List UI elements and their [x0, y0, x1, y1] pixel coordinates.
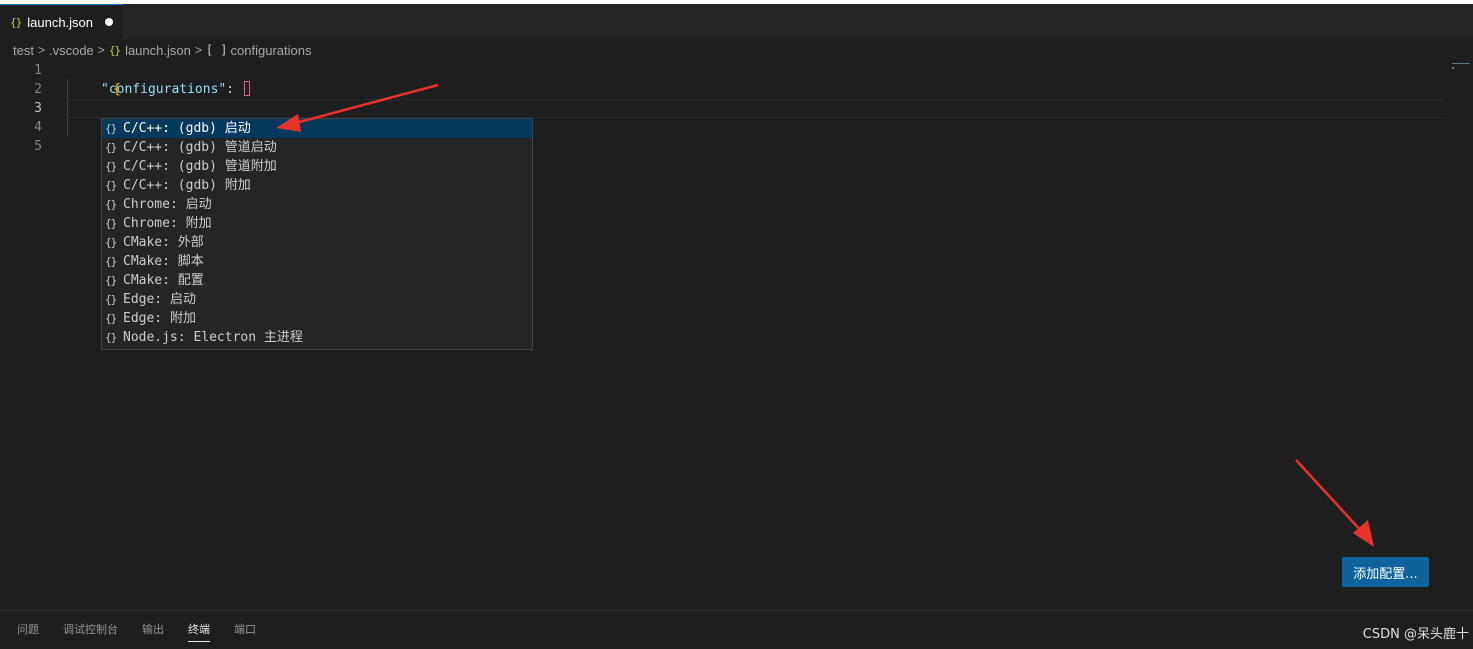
add-configuration-button[interactable]: 添加配置...	[1342, 557, 1429, 587]
line-number: 4	[34, 120, 42, 135]
suggest-item[interactable]: {} C/C++: (gdb) 管道附加	[102, 157, 532, 176]
suggest-item[interactable]: {} Node.js: Electron 主进程	[102, 328, 532, 347]
breadcrumb: test > .vscode > {} launch.json > [ ] co…	[13, 41, 312, 59]
suggest-item-label: Chrome: 启动	[123, 197, 212, 212]
suggest-item-label: Chrome: 附加	[123, 216, 212, 231]
json-key-configurations: "configurations"	[101, 82, 227, 97]
tab-launch-json[interactable]: {} launch.json	[0, 4, 123, 39]
code-line-2: "configurations":	[101, 80, 250, 99]
suggest-item[interactable]: {} CMake: 脚本	[102, 252, 532, 271]
chevron-right-icon: >	[97, 43, 105, 57]
suggest-item[interactable]: {} C/C++: (gdb) 附加	[102, 176, 532, 195]
suggest-item-label: C/C++: (gdb) 附加	[123, 178, 251, 193]
chevron-right-icon: >	[37, 43, 45, 57]
json-snippet-icon: {}	[105, 312, 117, 325]
vscode-window: {} launch.json test > .vscode > {} launc…	[0, 0, 1473, 649]
suggest-item-label: Edge: 附加	[123, 311, 196, 326]
dirty-dot-icon[interactable]	[105, 18, 114, 26]
minimap-marker	[1452, 67, 1454, 69]
json-snippet-icon: {}	[105, 141, 117, 154]
json-snippet-icon: {}	[105, 198, 117, 211]
csdn-watermark: CSDN @呆头鹿十	[1362, 627, 1469, 642]
suggest-item-selected[interactable]: {} C/C++: (gdb) 启动	[102, 119, 532, 138]
suggest-item-label: CMake: 脚本	[123, 254, 204, 269]
tab-terminal[interactable]: 终端	[188, 621, 210, 642]
suggest-item-label: C/C++: (gdb) 启动	[123, 121, 251, 136]
json-snippet-icon: {}	[105, 160, 117, 173]
minimap[interactable]	[1452, 63, 1470, 64]
breadcrumb-item-configurations[interactable]: configurations	[231, 43, 312, 58]
suggest-item-label: Node.js: Electron 主进程	[123, 330, 303, 345]
json-snippet-icon: {}	[105, 122, 117, 135]
breadcrumb-item-launch-json[interactable]: launch.json	[125, 43, 191, 58]
suggest-item-label: Edge: 启动	[123, 292, 196, 307]
suggest-item[interactable]: {} CMake: 外部	[102, 233, 532, 252]
suggest-item[interactable]: {} CMake: 配置	[102, 271, 532, 290]
tab-ports[interactable]: 端口	[234, 621, 256, 641]
tab-problems[interactable]: 问题	[17, 621, 39, 641]
breadcrumb-item-vscode[interactable]: .vscode	[49, 43, 94, 58]
suggest-item-label: CMake: 外部	[123, 235, 204, 250]
json-snippet-icon: {}	[105, 179, 117, 192]
json-snippet-icon: {}	[105, 293, 117, 306]
json-snippet-icon: {}	[105, 217, 117, 230]
tab-debug-console[interactable]: 调试控制台	[63, 621, 118, 641]
json-snippet-icon: {}	[105, 331, 117, 344]
code-line-1: {	[66, 61, 121, 97]
suggest-item-label: C/C++: (gdb) 管道启动	[123, 140, 277, 155]
current-line-highlight	[66, 99, 1444, 118]
suggest-item[interactable]: {} Edge: 启动	[102, 290, 532, 309]
breadcrumb-item-test[interactable]: test	[13, 43, 34, 58]
json-colon: :	[226, 82, 242, 97]
chevron-right-icon: >	[194, 43, 202, 57]
tab-output[interactable]: 输出	[142, 621, 164, 641]
bracket-cursor	[243, 81, 250, 96]
json-snippet-icon: {}	[105, 255, 117, 268]
editor-tab-bar: {} launch.json	[0, 4, 1473, 39]
tab-label: launch.json	[27, 14, 94, 30]
line-number: 1	[34, 63, 42, 78]
suggest-item-label: C/C++: (gdb) 管道附加	[123, 159, 277, 174]
array-bracket-icon: [ ]	[205, 43, 228, 57]
suggest-item[interactable]: {} Edge: 附加	[102, 309, 532, 328]
json-braces-icon: {}	[108, 43, 121, 57]
suggest-item[interactable]: {} Chrome: 启动	[102, 195, 532, 214]
suggest-item[interactable]: {} C/C++: (gdb) 管道启动	[102, 138, 532, 157]
line-number: 2	[34, 82, 42, 97]
json-braces-icon: {}	[10, 15, 22, 29]
json-snippet-icon: {}	[105, 274, 117, 287]
suggest-widget[interactable]: {} C/C++: (gdb) 启动 {} C/C++: (gdb) 管道启动 {}…	[101, 118, 533, 350]
line-number: 5	[34, 139, 42, 154]
json-snippet-icon: {}	[105, 236, 117, 249]
suggest-item-label: CMake: 配置	[123, 273, 204, 288]
line-number-active: 3	[34, 101, 42, 116]
suggest-item[interactable]: {} Chrome: 附加	[102, 214, 532, 233]
panel-tab-bar: 问题 调试控制台 输出 终端 端口	[0, 611, 1473, 649]
